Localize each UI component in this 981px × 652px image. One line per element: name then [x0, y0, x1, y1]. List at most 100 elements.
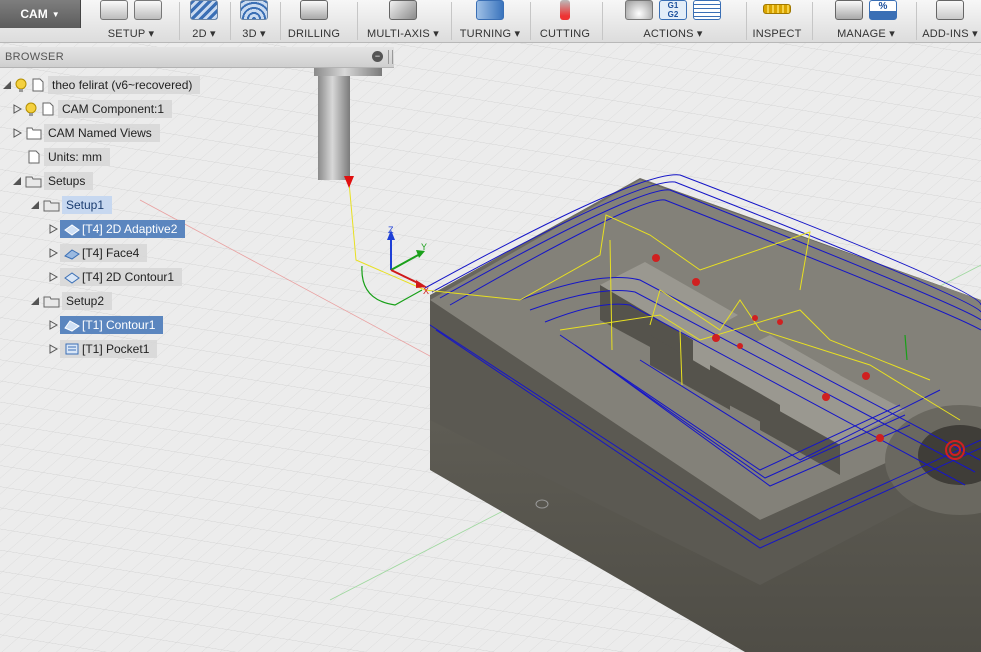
toolbar-divider — [280, 2, 281, 40]
multi-axis-label: MULTI-AXIS — [367, 28, 430, 40]
tree-node-label: [T1] Contour1 — [82, 318, 156, 332]
multi-axis-icon — [389, 0, 417, 20]
tree-node-label: CAM Component:1 — [58, 100, 173, 118]
setup-icon — [42, 196, 62, 214]
tree-node-operation[interactable]: [T1] Contour1 — [46, 315, 164, 335]
workspace-label: CAM — [20, 7, 48, 21]
tree-node-label: Setups — [44, 172, 94, 190]
tree-node-root[interactable]: theo felirat (v6~recovered) — [0, 75, 201, 95]
turning-icon — [476, 0, 504, 20]
toolbar-divider — [530, 2, 531, 40]
operation-row: [T4] 2D Contour1 — [60, 268, 183, 286]
feed-speed-icon: % — [869, 0, 897, 20]
resize-grip-icon[interactable] — [388, 50, 393, 64]
expand-icon[interactable] — [10, 102, 24, 116]
scripts-icon — [936, 0, 964, 20]
add-ins-menu[interactable]: ADD-INS ▾ — [919, 0, 981, 42]
turning-label: TURNING — [459, 28, 512, 40]
post-process-icon: G1 G2 — [659, 0, 687, 20]
expand-icon[interactable] — [28, 294, 42, 308]
tree-node-operation[interactable]: [T4] Face4 — [46, 243, 148, 263]
measure-icon — [763, 4, 791, 14]
expand-icon[interactable] — [10, 126, 24, 140]
contour-icon — [62, 316, 82, 334]
toolbar-divider — [230, 2, 231, 40]
expand-icon[interactable] — [46, 270, 60, 284]
cutting-button[interactable]: CUTTING — [533, 0, 597, 42]
component-icon — [38, 100, 58, 118]
expand-icon[interactable] — [46, 342, 60, 356]
tree-node-label: Units: mm — [44, 148, 110, 166]
actions-menu[interactable]: G1 G2 ACTIONS ▾ — [605, 0, 741, 42]
setup-menu[interactable]: SETUP ▾ — [88, 0, 174, 42]
tree-node-units[interactable]: Units: mm — [24, 147, 110, 167]
lightbulb-icon[interactable] — [24, 101, 38, 117]
triad-x-label: X — [423, 286, 429, 296]
browser-title: BROWSER — [5, 51, 64, 63]
lightbulb-icon[interactable] — [14, 77, 28, 93]
setup-menu-label: SETUP — [107, 28, 146, 40]
folder-icon — [24, 124, 44, 142]
pocket-icon — [62, 340, 82, 358]
drilling-button[interactable]: DRILLING — [283, 0, 345, 42]
chevron-down-icon: ▼ — [51, 9, 60, 19]
tree-node-setup2[interactable]: Setup2 — [28, 291, 113, 311]
tree-node-label: Setup1 — [62, 196, 113, 214]
expand-icon[interactable] — [28, 198, 42, 212]
toolbar-divider — [602, 2, 603, 40]
tree-node-setup1[interactable]: Setup1 — [28, 195, 113, 215]
cutting-label: CUTTING — [539, 28, 591, 40]
document-icon — [28, 76, 48, 94]
tree-node-operation[interactable]: [T1] Pocket1 — [46, 339, 158, 359]
tree-node-label: Setup2 — [62, 292, 113, 310]
tree-node-named-views[interactable]: CAM Named Views — [10, 123, 160, 143]
tree-node-label: CAM Named Views — [44, 124, 160, 142]
2d-menu-label: 2D — [192, 28, 207, 40]
expand-icon[interactable] — [10, 174, 24, 188]
tree-node-label: [T4] 2D Contour1 — [82, 270, 175, 284]
add-ins-label: ADD-INS — [922, 28, 969, 40]
setup-icon — [42, 292, 62, 310]
3d-adaptive-icon — [240, 0, 268, 20]
turning-menu[interactable]: TURNING ▾ — [455, 0, 525, 42]
3d-menu-label: 3D — [242, 28, 257, 40]
new-setup-icon — [134, 0, 162, 20]
3d-menu[interactable]: 3D ▾ — [232, 0, 276, 42]
drilling-label: DRILLING — [287, 28, 341, 40]
tree-node-label: [T1] Pocket1 — [82, 342, 150, 356]
collapse-icon[interactable]: − — [372, 51, 383, 62]
toolbar-divider — [357, 2, 358, 40]
tree-node-component[interactable]: CAM Component:1 — [10, 99, 173, 119]
expand-icon[interactable] — [46, 246, 60, 260]
contour-icon — [62, 268, 82, 286]
operation-selected: [T1] Contour1 — [60, 316, 164, 334]
triad-z-label: Z — [388, 225, 394, 235]
2d-menu[interactable]: 2D ▾ — [182, 0, 226, 42]
expand-icon[interactable] — [0, 78, 14, 92]
toolbar-divider — [451, 2, 452, 40]
tree-node-operation[interactable]: [T4] 2D Adaptive2 — [46, 219, 186, 239]
operation-selected: [T4] 2D Adaptive2 — [60, 220, 186, 238]
browser-header[interactable]: BROWSER − — [0, 47, 394, 68]
manage-menu[interactable]: % MANAGE ▾ — [815, 0, 917, 42]
multi-axis-menu[interactable]: MULTI-AXIS ▾ — [360, 0, 446, 42]
tree-node-label: theo felirat (v6~recovered) — [48, 76, 201, 94]
2d-pocket-icon — [190, 0, 218, 20]
tree-node-setups[interactable]: Setups — [10, 171, 94, 191]
inspect-button[interactable]: INSPECT — [748, 0, 806, 42]
toolbar-divider — [746, 2, 747, 40]
tree-node-label: [T4] 2D Adaptive2 — [82, 222, 178, 236]
workspace-switcher[interactable]: CAM ▼ — [0, 0, 81, 28]
drill-icon — [300, 0, 328, 20]
operation-row: [T1] Pocket1 — [60, 340, 158, 358]
toolbar-divider — [812, 2, 813, 40]
manage-label: MANAGE — [837, 28, 886, 40]
expand-icon[interactable] — [46, 318, 60, 332]
tree-node-operation[interactable]: [T4] 2D Contour1 — [46, 267, 183, 287]
toolbar: CAM ▼ SETUP ▾ 2D ▾ 3D ▾ DRILLING MULTI-A… — [0, 0, 981, 43]
adaptive-icon — [62, 220, 82, 238]
expand-icon[interactable] — [46, 222, 60, 236]
inspect-label: INSPECT — [752, 28, 802, 40]
simulate-icon — [625, 0, 653, 20]
triad-y-label: Y — [421, 242, 427, 252]
